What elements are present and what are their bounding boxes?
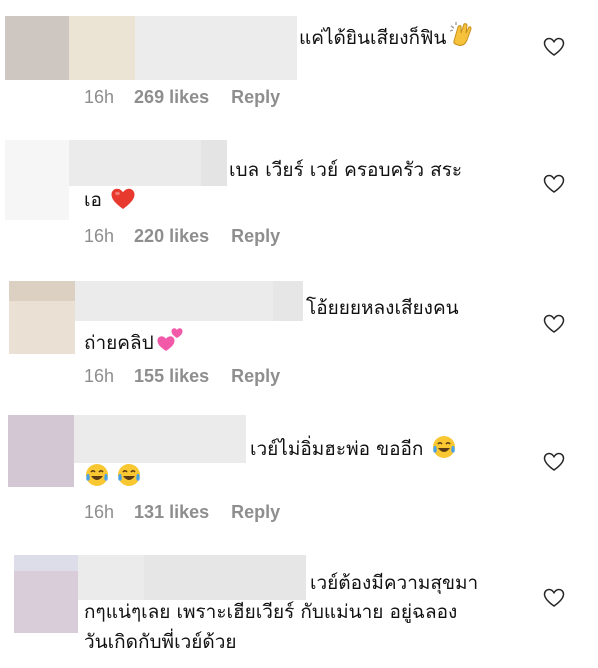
comment-likes[interactable]: 269 likes	[134, 86, 209, 108]
tears-of-joy-icon	[116, 462, 142, 496]
comment-text: แค่ได้ยินเสียงก็ฟิน	[299, 21, 476, 57]
avatar[interactable]	[5, 140, 69, 220]
comment-text: เวย์ต้องมีความสุขมา	[310, 569, 478, 597]
username-redacted[interactable]	[75, 281, 303, 321]
comment-text-line2: ถ่ายคลิป	[84, 332, 154, 354]
comment-text: กๆแน่ๆเลย เพราะเฮียเวียร์ กับแม่นาย อยู่…	[84, 598, 457, 626]
comment-text-line2: เอ	[84, 189, 102, 211]
like-heart-icon[interactable]	[543, 37, 565, 57]
comment-meta: 16h 155 likes Reply	[84, 365, 280, 387]
comment-text: โอ้ยยยหลงเสียงคน	[306, 294, 459, 322]
comment-time: 16h	[84, 502, 115, 522]
clapping-hands-icon	[448, 21, 476, 57]
like-heart-icon[interactable]	[543, 452, 565, 472]
reply-button[interactable]: Reply	[231, 365, 280, 387]
comment-text-line1: โอ้ยยยหลงเสียงคน	[306, 297, 459, 319]
comment-text: เอ	[84, 186, 136, 219]
comment-text-line2: กๆแน่ๆเลย เพราะเฮียเวียร์ กับแม่นาย อยู่…	[84, 601, 458, 623]
reply-button[interactable]: Reply	[231, 225, 280, 247]
comment-text: วันเกิดกับพี่เวย์ด้วย	[84, 628, 237, 656]
comment-time: 16h	[84, 87, 115, 107]
tears-of-joy-icon	[84, 462, 110, 496]
comment-time: 16h	[84, 226, 115, 246]
username-redacted[interactable]	[74, 415, 246, 463]
comment-time: 16h	[84, 366, 115, 386]
avatar[interactable]	[9, 281, 75, 354]
comment-meta: 16h 220 likes Reply	[84, 225, 280, 247]
comment-likes[interactable]: 220 likes	[134, 225, 209, 247]
comment-likes[interactable]: 155 likes	[134, 365, 209, 387]
comment-item: แค่ได้ยินเสียงก็ฟิน 16h 269 likes Reply	[0, 0, 598, 130]
avatar[interactable]	[14, 555, 78, 633]
comment-text-line1: เวย์ต้องมีความสุขมา	[310, 572, 479, 594]
comment-likes[interactable]: 131 likes	[134, 501, 209, 523]
like-heart-icon[interactable]	[543, 174, 565, 194]
avatar[interactable]	[5, 16, 69, 80]
reply-button[interactable]: Reply	[231, 86, 280, 108]
like-heart-icon[interactable]	[543, 588, 565, 608]
comment-text-line1: เบล เวียร์ เวย์ ครอบครัว สระ	[229, 159, 463, 181]
two-hearts-icon	[156, 326, 184, 362]
comment-item: เบล เวียร์ เวย์ ครอบครัว สระ เอ 16h 220 l…	[0, 130, 598, 270]
comment-item: โอ้ยยยหลงเสียงคน ถ่ายคลิป 16h 155 likes Re…	[0, 270, 598, 410]
red-heart-icon	[110, 187, 136, 219]
username-redacted[interactable]	[69, 16, 297, 80]
comment-text-line1: เวย์ไม่อิ่มฮะพ่อ ขออีก	[250, 438, 424, 460]
username-redacted[interactable]	[69, 140, 227, 186]
username-redacted[interactable]	[78, 555, 306, 600]
comment-text-line1: แค่ได้ยินเสียงก็ฟิน	[299, 27, 447, 49]
avatar[interactable]	[8, 415, 74, 487]
comment-text: ถ่ายคลิป	[84, 326, 184, 362]
comment-meta: 16h 269 likes Reply	[84, 86, 280, 108]
comment-item: เวย์ต้องมีความสุขมา กๆแน่ๆเลย เพราะเฮียเ…	[0, 545, 598, 668]
comment-text: เวย์ไม่อิ่มฮะพ่อ ขออีก	[250, 434, 457, 468]
comment-item: เวย์ไม่อิ่มฮะพ่อ ขออีก 16h 131 likes Reply	[0, 410, 598, 545]
reply-button[interactable]: Reply	[231, 501, 280, 523]
comment-text	[84, 462, 142, 496]
tears-of-joy-icon	[431, 434, 457, 468]
comment-meta: 16h 131 likes Reply	[84, 501, 280, 523]
comment-text-line3: วันเกิดกับพี่เวย์ด้วย	[84, 631, 237, 653]
comment-text: เบล เวียร์ เวย์ ครอบครัว สระ	[229, 156, 462, 184]
like-heart-icon[interactable]	[543, 314, 565, 334]
